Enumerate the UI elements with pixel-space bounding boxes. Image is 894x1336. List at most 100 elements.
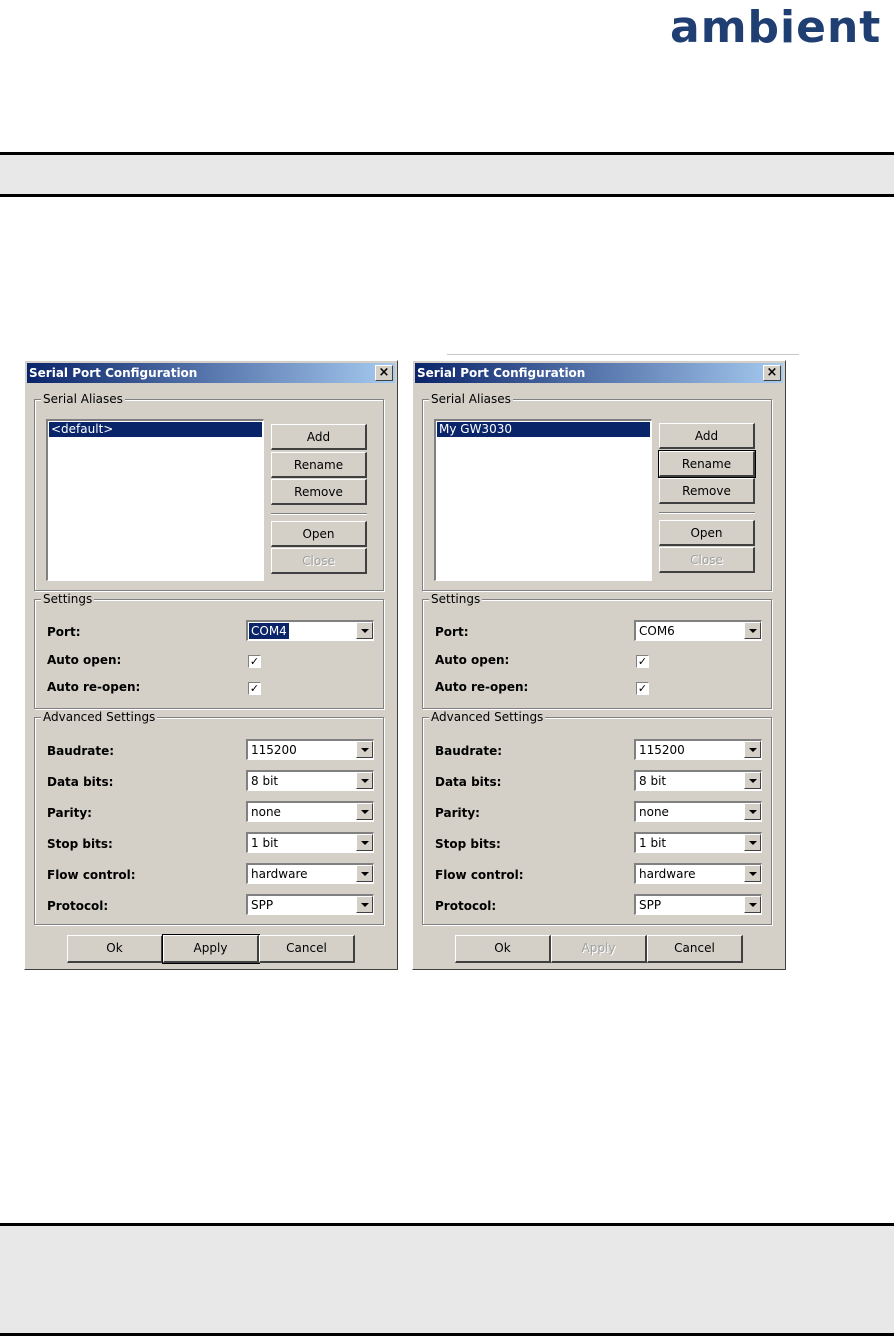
header-band bbox=[0, 152, 894, 197]
open-button[interactable]: Open bbox=[271, 521, 367, 547]
protocol-value: SPP bbox=[251, 898, 274, 912]
group-label: Advanced Settings bbox=[41, 710, 158, 724]
baudrate-select[interactable]: 115200 bbox=[634, 739, 762, 760]
auto-reopen-checkbox[interactable]: ✓ bbox=[636, 682, 649, 695]
protocol-label: Protocol: bbox=[47, 899, 109, 913]
chevron-down-icon[interactable] bbox=[744, 834, 761, 851]
stop-bits-label: Stop bits: bbox=[47, 837, 113, 851]
group-label: Serial Aliases bbox=[429, 392, 513, 406]
flow-control-select[interactable]: hardware bbox=[246, 863, 374, 884]
data-bits-value: 8 bit bbox=[251, 774, 279, 788]
auto-open-label: Auto open: bbox=[435, 653, 510, 667]
parity-label: Parity: bbox=[435, 806, 480, 820]
auto-open-checkbox[interactable]: ✓ bbox=[636, 655, 649, 668]
port-select[interactable]: COM4 bbox=[246, 620, 374, 641]
protocol-value: SPP bbox=[639, 898, 662, 912]
protocol-select[interactable]: SPP bbox=[246, 894, 374, 915]
chevron-down-icon[interactable] bbox=[744, 741, 761, 758]
serial-aliases-group: Serial Aliases <default> Add Rename Remo… bbox=[34, 392, 384, 591]
parity-label: Parity: bbox=[47, 806, 92, 820]
footer-band bbox=[0, 1223, 894, 1336]
separator bbox=[271, 513, 367, 515]
parity-select[interactable]: none bbox=[246, 801, 374, 822]
flow-control-value: hardware bbox=[251, 867, 308, 881]
advanced-settings-group: Advanced Settings Baudrate: 115200 Data … bbox=[34, 710, 384, 925]
chevron-down-icon[interactable] bbox=[744, 865, 761, 882]
auto-reopen-checkbox[interactable]: ✓ bbox=[248, 682, 261, 695]
stop-bits-select[interactable]: 1 bit bbox=[246, 832, 374, 853]
parity-value: none bbox=[639, 805, 669, 819]
auto-open-checkbox[interactable]: ✓ bbox=[248, 655, 261, 668]
data-bits-value: 8 bit bbox=[639, 774, 667, 788]
dialog-title: Serial Port Configuration bbox=[29, 366, 198, 380]
baudrate-label: Baudrate: bbox=[435, 744, 503, 758]
chevron-down-icon[interactable] bbox=[356, 622, 373, 639]
chevron-down-icon[interactable] bbox=[744, 772, 761, 789]
stop-bits-select[interactable]: 1 bit bbox=[634, 832, 762, 853]
flow-control-label: Flow control: bbox=[47, 868, 136, 882]
port-label: Port: bbox=[47, 625, 81, 639]
chevron-down-icon[interactable] bbox=[744, 622, 761, 639]
ambient-logo: ambient bbox=[670, 2, 882, 53]
chevron-down-icon[interactable] bbox=[356, 803, 373, 820]
chevron-down-icon[interactable] bbox=[356, 865, 373, 882]
add-button[interactable]: Add bbox=[271, 424, 367, 450]
add-button[interactable]: Add bbox=[659, 423, 755, 449]
chevron-down-icon[interactable] bbox=[744, 803, 761, 820]
serial-aliases-group: Serial Aliases My GW3030 Add Rename Remo… bbox=[422, 392, 772, 591]
ok-button[interactable]: Ok bbox=[67, 935, 163, 963]
flow-control-label: Flow control: bbox=[435, 868, 524, 882]
title-bar[interactable]: Serial Port Configuration × bbox=[415, 363, 783, 383]
port-value: COM4 bbox=[249, 623, 289, 639]
settings-group: Settings Port: COM6 Auto open: ✓ Auto re… bbox=[422, 592, 772, 709]
chevron-down-icon[interactable] bbox=[356, 896, 373, 913]
flow-control-select[interactable]: hardware bbox=[634, 863, 762, 884]
remove-button[interactable]: Remove bbox=[271, 479, 367, 505]
baudrate-select[interactable]: 115200 bbox=[246, 739, 374, 760]
parity-value: none bbox=[251, 805, 281, 819]
data-bits-select[interactable]: 8 bit bbox=[634, 770, 762, 791]
rename-button[interactable]: Rename bbox=[658, 450, 756, 478]
cancel-button[interactable]: Cancel bbox=[259, 935, 355, 963]
baudrate-value: 115200 bbox=[639, 743, 685, 757]
group-label: Settings bbox=[41, 592, 95, 606]
data-bits-label: Data bits: bbox=[47, 775, 114, 789]
group-label: Settings bbox=[429, 592, 483, 606]
chevron-down-icon[interactable] bbox=[356, 741, 373, 758]
protocol-select[interactable]: SPP bbox=[634, 894, 762, 915]
close-button[interactable]: Close bbox=[659, 547, 755, 573]
protocol-label: Protocol: bbox=[435, 899, 497, 913]
port-value: COM6 bbox=[639, 624, 675, 638]
group-label: Advanced Settings bbox=[429, 710, 546, 724]
serial-port-dialog-2: Serial Port Configuration × Serial Alias… bbox=[412, 360, 786, 970]
port-select[interactable]: COM6 bbox=[634, 620, 762, 641]
auto-reopen-label: Auto re-open: bbox=[47, 680, 141, 694]
list-item[interactable]: My GW3030 bbox=[437, 422, 650, 437]
chevron-down-icon[interactable] bbox=[356, 834, 373, 851]
remove-button[interactable]: Remove bbox=[659, 478, 755, 504]
chevron-down-icon[interactable] bbox=[744, 896, 761, 913]
alias-listbox[interactable]: <default> bbox=[46, 419, 264, 581]
auto-open-label: Auto open: bbox=[47, 653, 122, 667]
close-icon[interactable]: × bbox=[763, 365, 781, 381]
alias-listbox[interactable]: My GW3030 bbox=[434, 419, 652, 581]
flow-control-value: hardware bbox=[639, 867, 696, 881]
open-button[interactable]: Open bbox=[659, 520, 755, 546]
close-button[interactable]: Close bbox=[271, 548, 367, 574]
serial-port-dialog-1: Serial Port Configuration × Serial Alias… bbox=[24, 360, 398, 970]
list-item[interactable]: <default> bbox=[49, 422, 262, 437]
data-bits-select[interactable]: 8 bit bbox=[246, 770, 374, 791]
chevron-down-icon[interactable] bbox=[356, 772, 373, 789]
title-bar[interactable]: Serial Port Configuration × bbox=[27, 363, 395, 383]
stop-bits-value: 1 bit bbox=[251, 836, 279, 850]
apply-button[interactable]: Apply bbox=[551, 935, 647, 963]
close-icon[interactable]: × bbox=[375, 365, 393, 381]
parity-select[interactable]: none bbox=[634, 801, 762, 822]
rename-button[interactable]: Rename bbox=[271, 452, 367, 478]
port-label: Port: bbox=[435, 625, 469, 639]
advanced-settings-group: Advanced Settings Baudrate: 115200 Data … bbox=[422, 710, 772, 925]
group-label: Serial Aliases bbox=[41, 392, 125, 406]
apply-button[interactable]: Apply bbox=[162, 934, 260, 964]
ok-button[interactable]: Ok bbox=[455, 935, 551, 963]
cancel-button[interactable]: Cancel bbox=[647, 935, 743, 963]
